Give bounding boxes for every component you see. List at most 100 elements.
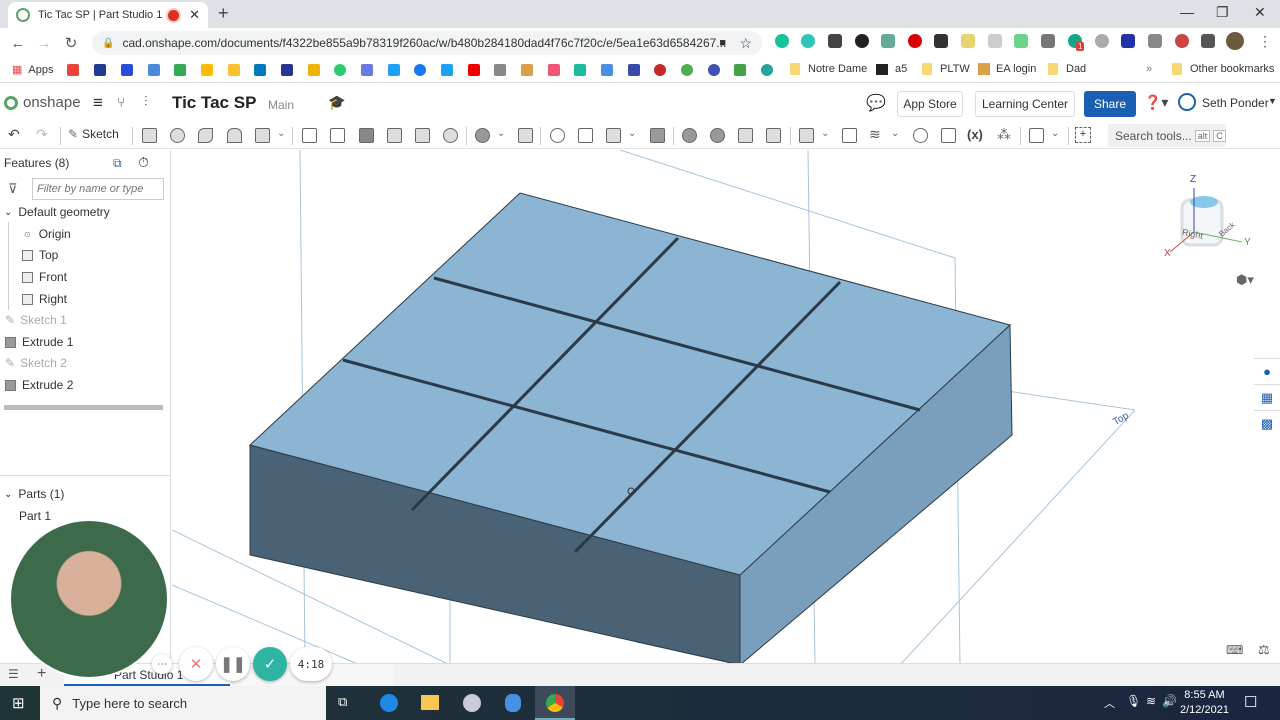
move-face-icon[interactable]	[738, 128, 753, 143]
tab-manager-icon[interactable]: ☰	[8, 667, 19, 681]
dropdown-chevron-icon[interactable]: ⌄	[821, 128, 829, 139]
notifications-icon[interactable]: ☐	[1244, 693, 1257, 711]
chamfer-icon[interactable]	[330, 128, 345, 143]
measure-icon[interactable]	[913, 128, 928, 143]
extension-icon[interactable]	[801, 34, 815, 48]
fillet-icon[interactable]	[302, 128, 317, 143]
twitter-bookmark-icon[interactable]	[441, 64, 453, 76]
facebook-bookmark-icon[interactable]	[414, 64, 426, 76]
pattern-icon[interactable]	[475, 128, 490, 143]
extrude-icon[interactable]	[142, 128, 157, 143]
browser-tab[interactable]: Tic Tac SP | Part Studio 1 ✕	[8, 2, 208, 28]
minimize-button[interactable]: —	[1180, 4, 1194, 20]
bookmark-icon[interactable]	[574, 64, 586, 76]
feature-item-right[interactable]: Right	[22, 292, 67, 306]
bookmark-dad[interactable]: Dad	[1048, 63, 1086, 75]
variable-icon[interactable]: (x)	[967, 127, 983, 142]
taskbar-clock[interactable]: 8:55 AM 2/12/2021	[1180, 688, 1229, 718]
rib-icon[interactable]	[387, 128, 402, 143]
twitter-bookmark-icon[interactable]	[388, 64, 400, 76]
derived-icon[interactable]	[941, 128, 956, 143]
dropdown-chevron-icon[interactable]: ⌄	[277, 128, 285, 139]
extension-icon[interactable]	[1148, 34, 1162, 48]
mirror-icon[interactable]	[518, 128, 533, 143]
bookmark-icon[interactable]	[308, 64, 320, 76]
bookmark-icon[interactable]	[494, 64, 506, 76]
shell-icon[interactable]	[415, 128, 430, 143]
bookmark-icon[interactable]	[681, 64, 693, 76]
bookmark-icon[interactable]	[548, 64, 560, 76]
bookmark-icon[interactable]	[94, 64, 106, 76]
appearance-icon[interactable]: ●	[1254, 358, 1280, 384]
dropdown-chevron-icon[interactable]: ⌄	[628, 128, 636, 139]
microphone-icon[interactable]: 🎙	[1126, 694, 1141, 708]
revolve-icon[interactable]	[170, 128, 185, 143]
calendar-bookmark-icon[interactable]	[148, 64, 160, 76]
add-tab-icon[interactable]: +	[37, 665, 46, 683]
feature-list-scrollbar[interactable]	[4, 405, 163, 410]
bookmark-icon[interactable]	[708, 64, 720, 76]
dropdown-chevron-icon[interactable]: ⌄	[891, 128, 899, 139]
filter-icon[interactable]: ⊽	[8, 181, 18, 197]
recorder-more-button[interactable]: ⋯	[152, 654, 172, 674]
search-tools-input[interactable]: Search tools... alt C	[1108, 124, 1226, 147]
dropdown-chevron-icon[interactable]: ⌄	[497, 128, 505, 139]
dropdown-chevron-icon[interactable]: ⌄	[1051, 128, 1059, 139]
split-icon[interactable]	[578, 128, 593, 143]
view-cube[interactable]: Z Y X Right Back	[1152, 170, 1252, 280]
recorder-done-button[interactable]: ✓	[253, 647, 287, 681]
extension-icon[interactable]	[828, 34, 842, 48]
bookmark-pltw[interactable]: PLTW	[922, 63, 970, 75]
bookmark-icon[interactable]	[334, 64, 346, 76]
delete-part-icon[interactable]	[650, 128, 665, 143]
share-button[interactable]: Share	[1084, 91, 1136, 117]
maximize-button[interactable]: ❐	[1216, 4, 1229, 21]
comments-icon[interactable]: 💬	[866, 93, 886, 113]
redo-icon[interactable]: ↷	[36, 126, 48, 143]
onshape-logo[interactable]: onshape	[4, 94, 81, 111]
browser-menu-icon[interactable]: ⋮	[1258, 33, 1272, 50]
feature-item-extrude-1[interactable]: Extrude 1	[5, 335, 73, 349]
hole-icon[interactable]	[443, 128, 458, 143]
extension-icon[interactable]	[988, 34, 1002, 48]
user-menu-chevron-icon[interactable]: ▼	[1268, 96, 1277, 106]
drive-bookmark-icon[interactable]	[201, 64, 213, 76]
back-button[interactable]: ←	[5, 35, 31, 52]
bookmark-icon[interactable]	[361, 64, 373, 76]
profile-avatar[interactable]	[1226, 32, 1244, 50]
section-view-icon[interactable]	[1029, 128, 1044, 143]
bookmark-icon[interactable]	[654, 64, 666, 76]
feature-item-extrude-2[interactable]: Extrude 2	[5, 378, 73, 392]
extension-icon[interactable]	[934, 34, 948, 48]
hamburger-menu-icon[interactable]: ≡	[93, 93, 103, 113]
chrome-taskbar-button[interactable]	[535, 686, 575, 720]
extension-icon[interactable]	[855, 34, 869, 48]
user-name[interactable]: Seth Ponder	[1202, 96, 1269, 110]
thicken-icon[interactable]	[255, 128, 270, 143]
show-hidden-icons[interactable]: ︿	[1104, 695, 1115, 711]
loft-icon[interactable]	[227, 128, 242, 143]
extension-icon[interactable]	[1014, 34, 1028, 48]
reload-button[interactable]: ↻	[58, 34, 84, 52]
add-folder-icon[interactable]: ⧉	[113, 156, 122, 171]
rollback-timer-icon[interactable]: ⏱	[138, 154, 149, 171]
extension-icon[interactable]	[961, 34, 975, 48]
taskbar-search[interactable]: ⚲ Type here to search	[40, 686, 326, 720]
feature-item-front[interactable]: Front	[22, 270, 67, 284]
new-tab-button[interactable]: +	[218, 3, 229, 24]
app-store-button[interactable]: App Store	[897, 91, 963, 117]
mate-connector-icon[interactable]	[842, 128, 857, 143]
bookmark-icon[interactable]	[601, 64, 613, 76]
classroom-bookmark-icon[interactable]	[174, 64, 186, 76]
workspace-name[interactable]: Main	[268, 98, 294, 112]
keep-bookmark-icon[interactable]	[228, 64, 240, 76]
boolean-icon[interactable]	[550, 128, 565, 143]
feature-filter-input[interactable]	[32, 178, 164, 200]
trello-bookmark-icon[interactable]	[254, 64, 266, 76]
education-cap-icon[interactable]: 🎓	[328, 94, 345, 111]
extension-icon[interactable]	[881, 34, 895, 48]
transform-icon[interactable]	[606, 128, 621, 143]
bookmark-icon[interactable]	[734, 64, 746, 76]
part-3d-view[interactable]: Top	[172, 150, 1280, 665]
youtube-bookmark-icon[interactable]	[468, 64, 480, 76]
